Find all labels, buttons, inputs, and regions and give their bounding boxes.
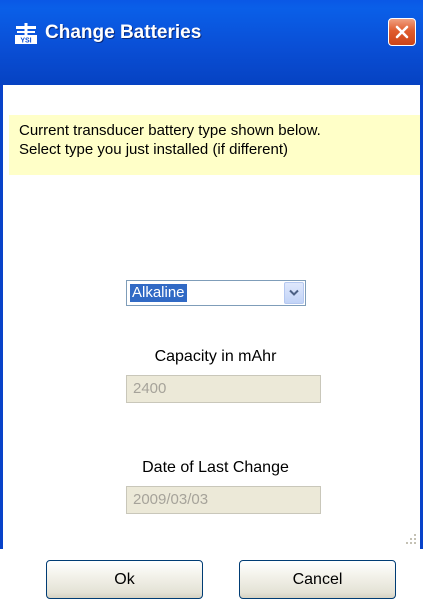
close-icon — [395, 25, 409, 39]
ok-button[interactable]: Ok — [46, 560, 203, 599]
battery-type-value: Alkaline — [130, 284, 187, 302]
last-change-label: Date of Last Change — [142, 459, 289, 476]
last-change-field: 2009/03/03 — [126, 486, 321, 514]
window-title: Change Batteries — [45, 22, 202, 43]
notice-line-1: Current transducer battery type shown be… — [19, 122, 321, 139]
resize-grip-icon[interactable] — [405, 533, 417, 545]
capacity-field: 2400 — [126, 375, 321, 403]
dialog-body: Current transducer battery type shown be… — [3, 85, 420, 599]
title-bar[interactable]: YSI Change Batteries — [0, 0, 423, 85]
battery-type-select[interactable]: Alkaline — [126, 280, 306, 306]
svg-text:YSI: YSI — [20, 38, 31, 45]
ysi-logo-icon: YSI — [15, 23, 37, 45]
close-button[interactable] — [388, 18, 416, 46]
notice-line-2: Select type you just installed (if diffe… — [19, 141, 289, 158]
change-batteries-window: YSI Change Batteries Current transducer … — [0, 0, 423, 599]
capacity-label: Capacity in mAhr — [154, 348, 277, 365]
cancel-button[interactable]: Cancel — [239, 560, 396, 599]
dropdown-arrow-button[interactable] — [284, 282, 304, 304]
instruction-notice: Current transducer battery type shown be… — [9, 115, 420, 175]
chevron-down-icon — [289, 289, 299, 296]
